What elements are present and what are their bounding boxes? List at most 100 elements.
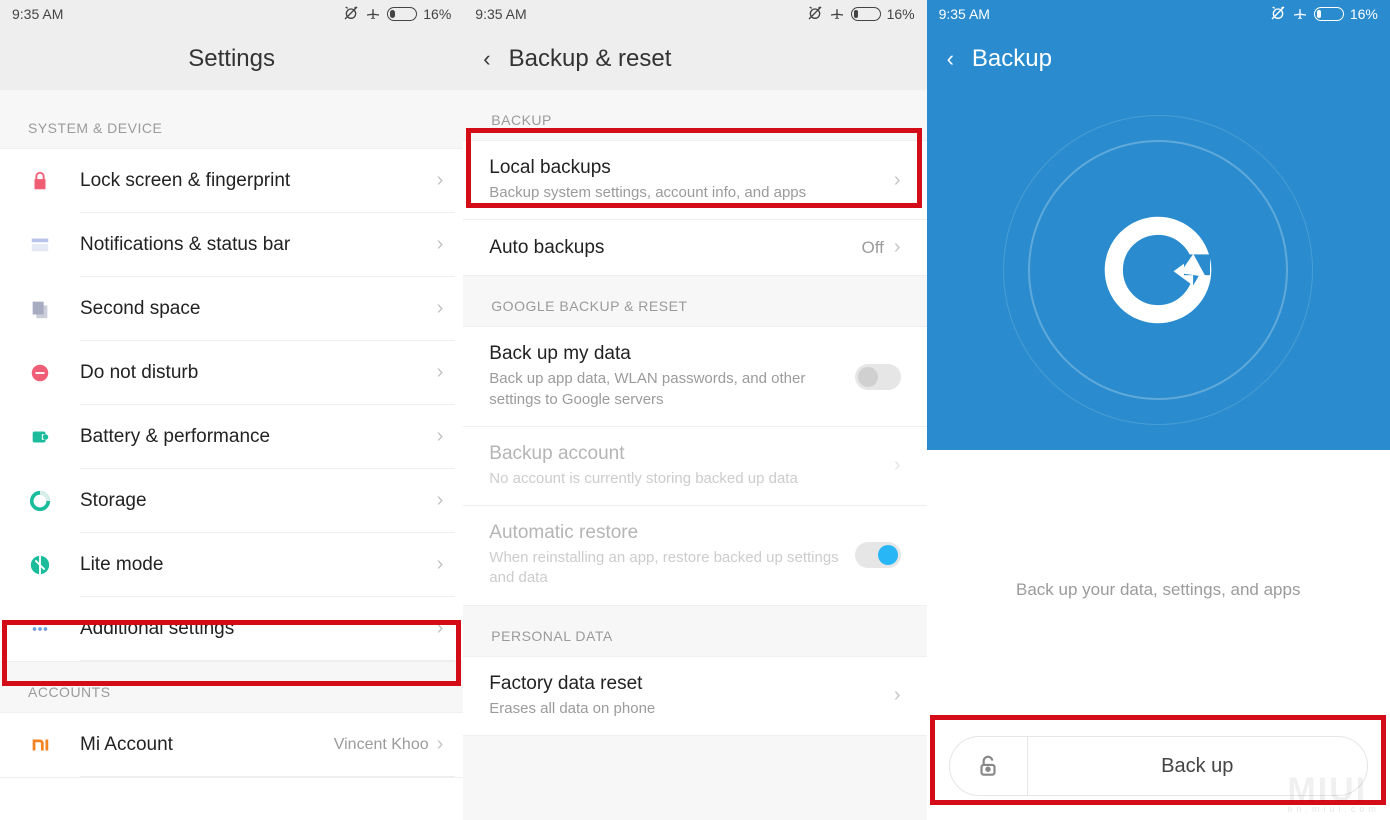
- lite-mode-icon: [0, 554, 80, 576]
- row-auto-backups[interactable]: Auto backups Off ›: [463, 220, 926, 276]
- chevron-right-icon: ›: [437, 733, 444, 756]
- settings-row-do-not-disturb[interactable]: Do not disturb ›: [0, 341, 463, 405]
- row-subtitle: When reinstalling an app, restore backed…: [489, 548, 854, 589]
- row-title: Backup account: [489, 443, 894, 465]
- settings-row-mi-account[interactable]: Mi Account Vincent Khoo ›: [0, 713, 463, 778]
- battery-icon: [1314, 7, 1344, 21]
- settings-row-lite-mode[interactable]: Lite mode ›: [0, 533, 463, 597]
- second-space-icon: [0, 298, 80, 320]
- row-label: Storage: [80, 490, 437, 512]
- section-personal-header: PERSONAL DATA: [463, 606, 926, 657]
- row-subtitle: Erases all data on phone: [489, 699, 894, 719]
- row-label: Additional settings: [80, 618, 437, 640]
- chevron-right-icon: ›: [437, 297, 444, 320]
- title-bar: ‹ Backup & reset: [463, 28, 926, 90]
- status-time: 9:35 AM: [475, 6, 526, 22]
- toggle-back-up-my-data[interactable]: [855, 364, 901, 390]
- row-automatic-restore: Automatic restore When reinstalling an a…: [463, 506, 926, 606]
- watermark: MIUI en.miui.com: [1287, 771, 1380, 814]
- row-subtitle: Back up app data, WLAN passwords, and ot…: [489, 369, 854, 410]
- row-back-up-my-data[interactable]: Back up my data Back up app data, WLAN p…: [463, 327, 926, 427]
- status-bar: 9:35 AM 16%: [927, 0, 1390, 28]
- title-bar: Settings: [0, 28, 463, 90]
- row-label: Mi Account: [80, 734, 334, 756]
- section-google-header: GOOGLE BACKUP & RESET: [463, 276, 926, 327]
- row-label: Lock screen & fingerprint: [80, 170, 437, 192]
- empty-area: [463, 736, 926, 820]
- toggle-automatic-restore[interactable]: [855, 542, 901, 568]
- more-icon: [0, 618, 80, 640]
- row-subtitle: No account is currently storing backed u…: [489, 469, 894, 489]
- row-backup-account: Backup account No account is currently s…: [463, 427, 926, 506]
- battery-icon: [387, 7, 417, 21]
- settings-row-storage[interactable]: Storage ›: [0, 469, 463, 533]
- spacer: [0, 90, 463, 98]
- chevron-right-icon: ›: [437, 425, 444, 448]
- airplane-icon: [365, 5, 381, 24]
- screen-settings: 9:35 AM 16% Settings SYSTEM & DEVICE: [0, 0, 463, 820]
- battery-pct: 16%: [1350, 6, 1378, 22]
- chevron-right-icon: ›: [894, 169, 901, 192]
- row-label: Lite mode: [80, 554, 437, 576]
- chevron-right-icon: ›: [437, 617, 444, 640]
- chevron-right-icon: ›: [894, 236, 901, 259]
- row-label: Notifications & status bar: [80, 234, 437, 256]
- backup-hero: [927, 90, 1390, 450]
- battery-perf-icon: [0, 426, 80, 448]
- row-label: Battery & performance: [80, 426, 437, 448]
- backup-description: Back up your data, settings, and apps: [927, 450, 1390, 600]
- alarm-off-icon: [343, 5, 359, 24]
- settings-row-lock-screen[interactable]: Lock screen & fingerprint ›: [0, 149, 463, 213]
- backup-button-label: Back up: [1161, 755, 1233, 778]
- battery-pct: 16%: [887, 6, 915, 22]
- status-time: 9:35 AM: [939, 6, 990, 22]
- row-local-backups[interactable]: Local backups Backup system settings, ac…: [463, 141, 926, 220]
- lock-button[interactable]: [950, 737, 1028, 795]
- screen-backup-reset: 9:35 AM 16% ‹ Backup & reset BACKUP Loca…: [463, 0, 926, 820]
- row-subtitle: Backup system settings, account info, an…: [489, 183, 894, 203]
- back-button[interactable]: ‹: [947, 46, 954, 72]
- airplane-icon: [829, 5, 845, 24]
- row-title: Auto backups: [489, 237, 861, 259]
- row-title: Factory data reset: [489, 673, 894, 695]
- title-bar: ‹ Backup: [927, 28, 1390, 90]
- row-label: Second space: [80, 298, 437, 320]
- screen-backup: 9:35 AM 16% ‹ Backup: [927, 0, 1390, 820]
- page-title: Settings: [188, 45, 275, 73]
- back-button[interactable]: ‹: [483, 46, 490, 72]
- chevron-right-icon: ›: [894, 684, 901, 707]
- airplane-icon: [1292, 5, 1308, 24]
- row-title: Local backups: [489, 157, 894, 179]
- row-title: Automatic restore: [489, 522, 854, 544]
- section-system-device: SYSTEM & DEVICE: [0, 98, 463, 149]
- mi-logo-icon: [0, 734, 80, 756]
- settings-row-battery[interactable]: Battery & performance ›: [0, 405, 463, 469]
- row-value: Off: [862, 238, 884, 258]
- status-time: 9:35 AM: [12, 6, 63, 22]
- status-bar: 9:35 AM 16%: [0, 0, 463, 28]
- battery-pct: 16%: [423, 6, 451, 22]
- battery-icon: [851, 7, 881, 21]
- row-factory-data-reset[interactable]: Factory data reset Erases all data on ph…: [463, 657, 926, 736]
- storage-icon: [0, 490, 80, 512]
- chevron-right-icon: ›: [437, 553, 444, 576]
- alarm-off-icon: [1270, 5, 1286, 24]
- page-title: Backup & reset: [509, 45, 672, 73]
- backup-circle-icon: [1093, 205, 1223, 335]
- section-backup-header: BACKUP: [463, 90, 926, 141]
- unlock-icon: [975, 753, 1001, 779]
- chevron-right-icon: ›: [894, 454, 901, 477]
- chevron-right-icon: ›: [437, 233, 444, 256]
- dnd-icon: [0, 362, 80, 384]
- notifications-icon: [0, 234, 80, 256]
- row-value: Vincent Khoo: [334, 736, 429, 754]
- lock-icon: [0, 170, 80, 192]
- chevron-right-icon: ›: [437, 489, 444, 512]
- settings-row-notifications[interactable]: Notifications & status bar ›: [0, 213, 463, 277]
- settings-row-additional[interactable]: Additional settings ›: [0, 597, 463, 662]
- settings-row-second-space[interactable]: Second space ›: [0, 277, 463, 341]
- alarm-off-icon: [807, 5, 823, 24]
- status-bar: 9:35 AM 16%: [463, 0, 926, 28]
- section-accounts: ACCOUNTS: [0, 662, 463, 713]
- chevron-right-icon: ›: [437, 361, 444, 384]
